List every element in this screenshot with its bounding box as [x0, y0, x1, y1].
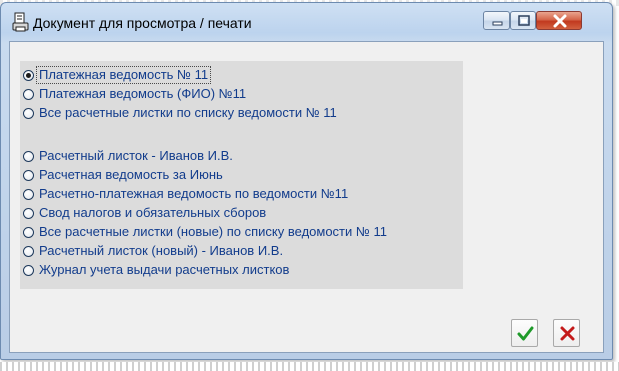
option-radio-1[interactable]: Платежная ведомость (ФИО) №11	[23, 85, 248, 103]
cross-icon	[560, 326, 575, 341]
radio-button[interactable]	[23, 188, 34, 200]
radio-button[interactable]	[23, 264, 34, 276]
minimize-icon	[492, 21, 503, 26]
radio-button[interactable]	[23, 107, 34, 119]
option-radio-8[interactable]: Расчетный листок (новый) - Иванов И.В.	[23, 242, 285, 260]
option-label: Платежная ведомость (ФИО) №11	[39, 86, 247, 101]
option-radio-3[interactable]: Расчетный листок - Иванов И.В.	[23, 147, 235, 165]
option-radio-0[interactable]: Платежная ведомость № 11	[23, 66, 212, 84]
title-bar[interactable]: Документ для просмотра / печати	[1, 3, 612, 41]
option-radio-7[interactable]: Все расчетные листки (новые) по списку в…	[23, 223, 389, 241]
option-label: Расчетный листок (новый) - Иванов И.В.	[39, 243, 284, 258]
option-label: Расчетно-платежная ведомость по ведомост…	[39, 186, 349, 201]
document-options-group: Платежная ведомость № 11 Платежная ведом…	[20, 61, 463, 289]
radio-button[interactable]	[23, 226, 34, 238]
option-label: Все расчетные листки (новые) по списку в…	[39, 224, 387, 239]
dialog-window: Документ для просмотра / печати Платежна…	[0, 2, 613, 360]
maximize-button[interactable]	[510, 11, 536, 30]
window-title: Документ для просмотра / печати	[33, 15, 252, 31]
checkmark-icon	[517, 326, 534, 341]
background-strip-bottom	[0, 362, 619, 371]
option-radio-4[interactable]: Расчетная ведомость за Июнь	[23, 166, 225, 184]
dialog-client-area: Платежная ведомость № 11 Платежная ведом…	[9, 41, 604, 353]
option-radio-2[interactable]: Все расчетные листки по списку ведомости…	[23, 104, 339, 122]
option-label: Расчетный листок - Иванов И.В.	[39, 148, 233, 163]
maximize-icon	[518, 15, 530, 26]
option-label: Журнал учета выдачи расчетных листков	[39, 262, 290, 277]
option-radio-6[interactable]: Свод налогов и обязательных сборов	[23, 204, 268, 222]
option-label: Свод налогов и обязательных сборов	[39, 205, 267, 220]
document-print-icon	[12, 12, 29, 32]
minimize-button[interactable]	[483, 11, 510, 30]
radio-button[interactable]	[23, 150, 34, 162]
ok-button[interactable]	[511, 319, 538, 347]
radio-button[interactable]	[23, 169, 34, 181]
radio-button[interactable]	[23, 207, 34, 219]
option-label: Расчетная ведомость за Июнь	[39, 167, 223, 182]
radio-button[interactable]	[23, 88, 34, 100]
cancel-button[interactable]	[553, 319, 580, 347]
radio-button[interactable]	[23, 245, 34, 257]
option-radio-5[interactable]: Расчетно-платежная ведомость по ведомост…	[23, 185, 350, 203]
option-label: Платежная ведомость № 11	[35, 66, 212, 84]
option-label: Все расчетные листки по списку ведомости…	[39, 105, 337, 120]
close-icon	[553, 14, 567, 28]
radio-button[interactable]	[23, 69, 34, 81]
close-button[interactable]	[536, 11, 582, 30]
option-radio-9[interactable]: Журнал учета выдачи расчетных листков	[23, 261, 291, 279]
